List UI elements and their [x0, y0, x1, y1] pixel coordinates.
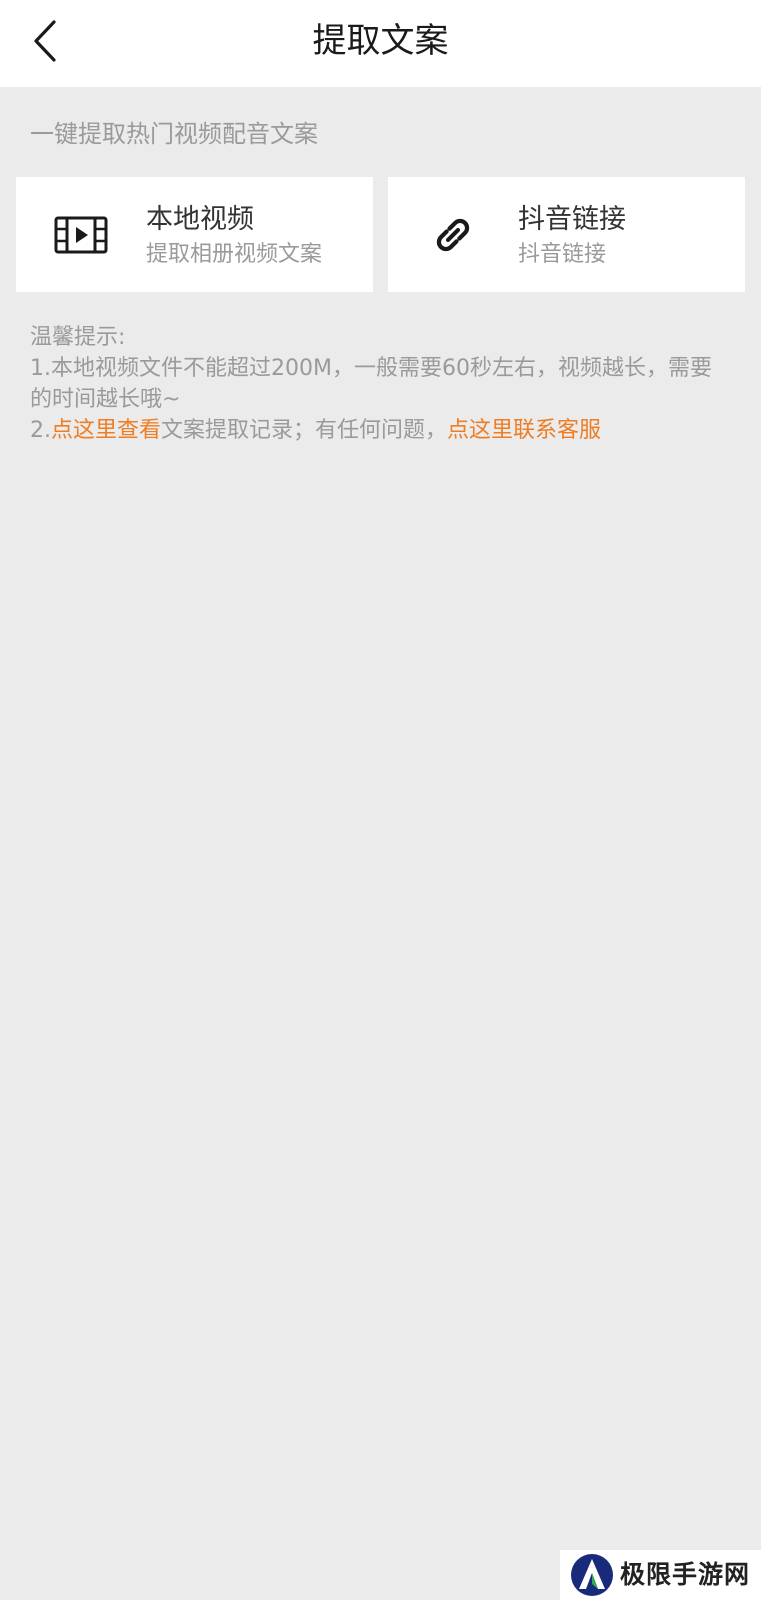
tips-line-2: 2.点这里查看文案提取记录；有任何问题，点这里联系客服 [30, 415, 730, 446]
view-records-link[interactable]: 点这里查看 [51, 418, 161, 443]
top-bar: 提取文案 [0, 0, 761, 87]
local-video-title: 本地视频 [146, 204, 254, 235]
link-icon [436, 218, 470, 252]
douyin-link-subtitle: 抖音链接 [518, 242, 607, 267]
tips-heading: 温馨提示: [30, 325, 126, 350]
douyin-link-title: 抖音链接 [518, 204, 626, 235]
tips-section: 温馨提示: 1.本地视频文件不能超过200M，一般需要60秒左右，视频越长，需要… [30, 322, 730, 446]
watermark-logo-icon [571, 1554, 613, 1596]
local-video-subtitle: 提取相册视频文案 [146, 242, 323, 267]
tips-line-2-middle: 文案提取记录；有任何问题， [161, 418, 448, 443]
watermark: 极限手游网 [560, 1550, 761, 1600]
watermark-text: 极限手游网 [620, 1560, 751, 1589]
local-video-card[interactable]: 本地视频 提取相册视频文案 [16, 177, 373, 292]
tips-line-2-prefix: 2. [30, 418, 51, 443]
tips-line-1: 1.本地视频文件不能超过200M，一般需要60秒左右，视频越长，需要的时间越长哦… [30, 356, 712, 412]
douyin-link-card[interactable]: 抖音链接 抖音链接 [388, 177, 745, 292]
page-subtitle: 一键提取热门视频配音文案 [30, 120, 318, 148]
film-icon [54, 216, 108, 254]
page-title: 提取文案 [312, 21, 449, 61]
contact-support-link[interactable]: 点这里联系客服 [447, 418, 601, 443]
